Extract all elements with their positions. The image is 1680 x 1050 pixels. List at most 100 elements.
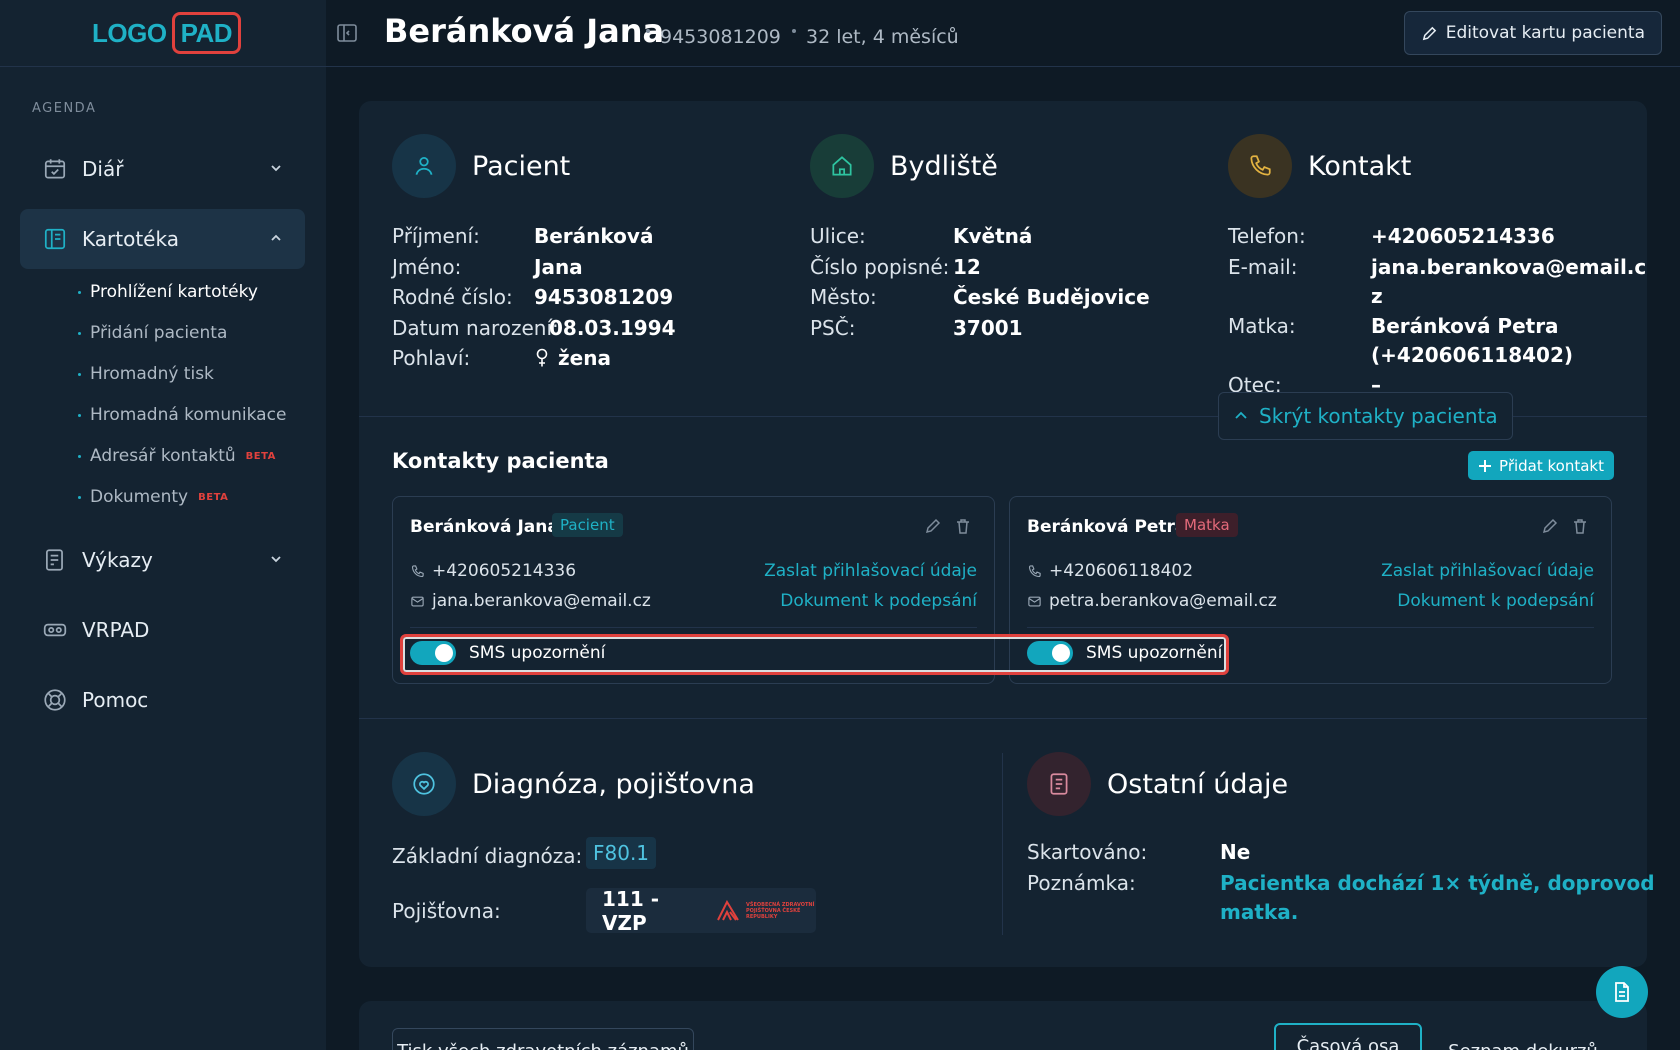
field-label: Příjmení: <box>392 224 480 248</box>
sidebar-subitem-label: Přidání pacienta <box>90 323 228 343</box>
tab-timeline[interactable]: Časová osa <box>1274 1023 1422 1050</box>
section-title: Diagnóza, pojišťovna <box>472 768 755 800</box>
toggle-switch[interactable] <box>1027 641 1073 665</box>
patient-contacts-title: Kontakty pacienta <box>392 449 609 473</box>
insurance-value: 111 - VZP <box>602 886 660 935</box>
toggle-knob <box>1052 644 1070 662</box>
contact-email: jana.berankova@email.cz <box>432 591 651 611</box>
document-to-sign-link[interactable]: Dokument k podepsání <box>1397 591 1594 611</box>
chevron-down-icon <box>271 165 281 172</box>
field-value: 9453081209 <box>534 285 674 309</box>
add-contact-label: Přidat kontakt <box>1499 456 1604 475</box>
notes-fab-button[interactable] <box>1596 966 1648 1018</box>
field-value: Ne <box>1220 840 1251 864</box>
sidebar-subitem-adresar[interactable]: Adresář kontaktů BETA <box>78 446 276 466</box>
tab-timeline-label: Časová osa <box>1296 1035 1400 1050</box>
section-header-kontakt: Kontakt <box>1228 134 1411 198</box>
logo-text-pad: PAD <box>171 12 242 54</box>
add-contact-button[interactable]: Přidat kontakt <box>1468 451 1614 480</box>
sms-label: SMS upozornění <box>469 643 606 663</box>
sidebar-subitem-label: Adresář kontaktů <box>90 446 236 466</box>
gender-value: žena <box>534 346 611 370</box>
section-title: Bydliště <box>890 150 998 182</box>
field-label: Pohlaví: <box>392 346 471 370</box>
sidebar-subitem-pridani[interactable]: Přidání pacienta <box>78 323 227 343</box>
logo[interactable]: LOGO PAD <box>92 12 242 54</box>
field-value: 12 <box>953 255 981 279</box>
hide-contacts-button[interactable]: Skrýt kontakty pacienta <box>1218 392 1513 440</box>
contact-phone-row: +420605214336 <box>410 561 576 581</box>
hide-contacts-label: Skrýt kontakty pacienta <box>1259 404 1498 428</box>
divider <box>410 627 977 628</box>
sidebar: LOGO PAD AGENDA Diář Kartotéka Prohlížen… <box>0 0 326 1050</box>
sidebar-subitem-prohlizeni[interactable]: Prohlížení kartotéky <box>78 282 258 302</box>
send-credentials-link[interactable]: Zaslat přihlašovací údaje <box>764 561 977 581</box>
sidebar-subitem-dokumenty[interactable]: Dokumenty BETA <box>78 487 228 507</box>
topbar: Beránková Jana 9453081209 32 let, 4 měsí… <box>326 0 1680 67</box>
phone-icon <box>1028 564 1041 577</box>
vzp-logo-text: VŠEOBECNÁ ZDRAVOTNÍ POJIŠŤOVNA ČESKÉ REP… <box>746 901 815 920</box>
phone-icon-circle <box>1228 134 1292 198</box>
field-value: Jana <box>534 255 583 279</box>
sidebar-item-label: Výkazy <box>82 548 153 572</box>
edit-patient-button[interactable]: Editovat kartu pacienta <box>1403 11 1662 55</box>
sidebar-toggle-icon[interactable] <box>336 22 358 44</box>
sms-notification-toggle[interactable]: SMS upozornění <box>410 641 605 665</box>
beta-badge: BETA <box>245 450 276 462</box>
chevron-up-icon <box>1235 411 1247 419</box>
pencil-icon <box>1422 26 1436 40</box>
bullet-dot <box>78 290 81 294</box>
sidebar-subitem-label: Prohlížení kartotéky <box>90 282 258 302</box>
sidebar-item-vrpad[interactable]: VRPAD <box>20 600 305 660</box>
sms-notification-toggle[interactable]: SMS upozornění <box>1027 641 1222 665</box>
trash-icon[interactable] <box>954 517 972 535</box>
trash-icon[interactable] <box>1571 517 1589 535</box>
sidebar-item-vykazy[interactable]: Výkazy <box>20 530 305 590</box>
tab-decursus-list[interactable]: Seznam dekurzů <box>1434 1028 1612 1050</box>
contact-email-row: petra.berankova@email.cz <box>1027 591 1277 611</box>
patient-card: Pacient Příjmení: Beránková Jméno: Jana Ro… <box>359 101 1655 967</box>
edit-patient-label: Editovat kartu pacienta <box>1445 23 1645 43</box>
beta-badge: BETA <box>198 491 229 503</box>
section-title: Ostatní údaje <box>1107 768 1289 800</box>
pencil-icon[interactable] <box>1541 517 1559 535</box>
field-label: Rodné číslo: <box>392 285 513 309</box>
toggle-switch[interactable] <box>410 641 456 665</box>
sidebar-subitem-label: Dokumenty <box>90 487 189 507</box>
sidebar-subitem-hromadny-tisk[interactable]: Hromadný tisk <box>78 364 214 384</box>
bullet-dot <box>78 413 81 417</box>
field-value-wrap: (+420606118402) <box>1371 343 1574 367</box>
chevron-up-icon <box>271 234 281 241</box>
sidebar-subitem-hromadna-komunikace[interactable]: Hromadná komunikace <box>78 405 286 425</box>
page-title: Beránková Jana <box>384 12 665 50</box>
vzp-logo-icon <box>717 899 739 921</box>
print-all-records-button[interactable]: Tisk všech zdravotních záznamů <box>392 1028 694 1050</box>
bullet-dot <box>78 331 81 335</box>
book-icon <box>44 228 66 250</box>
lifebuoy-icon <box>44 689 66 711</box>
vzp-logo: VŠEOBECNÁ ZDRAVOTNÍ POJIŠŤOVNA ČESKÉ REP… <box>716 899 816 922</box>
pencil-icon[interactable] <box>924 517 942 535</box>
logo-row: LOGO PAD <box>0 0 326 67</box>
heart-icon <box>413 773 435 795</box>
diagnosis-code-chip[interactable]: F80.1 <box>586 837 657 869</box>
document-icon <box>1050 773 1068 795</box>
contact-email: petra.berankova@email.cz <box>1049 591 1277 611</box>
section-header-diagnoza: Diagnóza, pojišťovna <box>392 752 755 816</box>
report-icon <box>46 549 63 571</box>
note-value: Pacientka dochází 1× týdně, doprovod <box>1220 871 1655 895</box>
field-value-wrap: z <box>1371 284 1383 308</box>
field-label: Jméno: <box>392 255 462 279</box>
sidebar-subitem-label: Hromadný tisk <box>90 364 214 384</box>
send-credentials-link[interactable]: Zaslat přihlašovací údaje <box>1381 561 1594 581</box>
sidebar-item-kartoteka[interactable]: Kartotéka <box>20 209 305 269</box>
section-header-ostatni: Ostatní údaje <box>1027 752 1288 816</box>
role-badge: Matka <box>1176 513 1238 537</box>
sidebar-item-diar[interactable]: Diář <box>20 139 305 199</box>
field-value: Beránková <box>534 224 654 248</box>
separator-dot <box>646 29 650 33</box>
divider <box>1027 627 1594 628</box>
sidebar-item-pomoc[interactable]: Pomoc <box>20 670 305 730</box>
document-to-sign-link[interactable]: Dokument k podepsání <box>780 591 977 611</box>
section-title: Pacient <box>472 150 571 182</box>
